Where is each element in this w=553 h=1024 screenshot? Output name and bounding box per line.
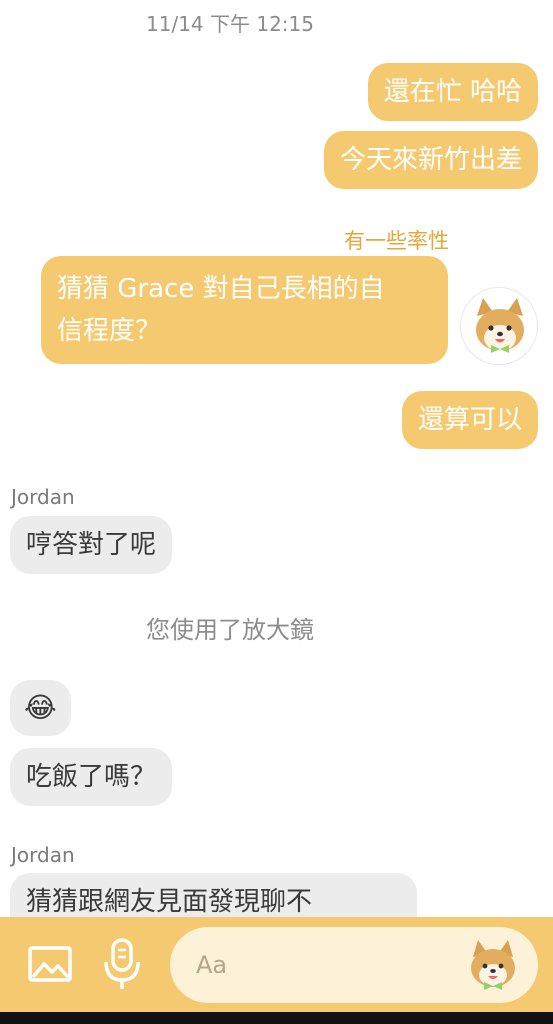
outgoing-message[interactable]: 還算可以 (401, 391, 538, 449)
incoming-message[interactable]: 吃飯了嗎？ (10, 748, 173, 806)
sender-name: Jordan (11, 843, 75, 867)
incoming-emoji-message[interactable]: 😂 (10, 680, 71, 736)
question-label: 有一些率性 (344, 229, 449, 253)
outgoing-message[interactable]: 今天來新竹出差 (323, 131, 538, 189)
system-nav-strip (0, 1012, 553, 1024)
shiba-avatar-icon (476, 298, 524, 353)
microphone-icon[interactable] (96, 936, 148, 992)
image-icon[interactable] (24, 938, 76, 994)
sender-name: Jordan (11, 485, 75, 509)
outgoing-message[interactable]: 還在忙 哈哈 (367, 63, 538, 121)
question-line-1: 猜猜 Grace 對自己長相的自 (57, 274, 385, 304)
question-message[interactable]: 猜猜 Grace 對自己長相的自 信程度？ (41, 256, 448, 364)
question-line-2: 信程度？ (57, 316, 162, 346)
incoming-message[interactable]: 哼答對了呢 (10, 516, 173, 574)
shiba-avatar[interactable] (460, 287, 538, 365)
message-input[interactable] (196, 945, 456, 985)
system-message: 您使用了放大鏡 (146, 616, 314, 644)
shiba-sticker-icon[interactable] (462, 935, 524, 995)
message-timestamp: 11/14 下午 12:15 (146, 12, 314, 36)
message-input-container[interactable] (170, 927, 538, 1003)
